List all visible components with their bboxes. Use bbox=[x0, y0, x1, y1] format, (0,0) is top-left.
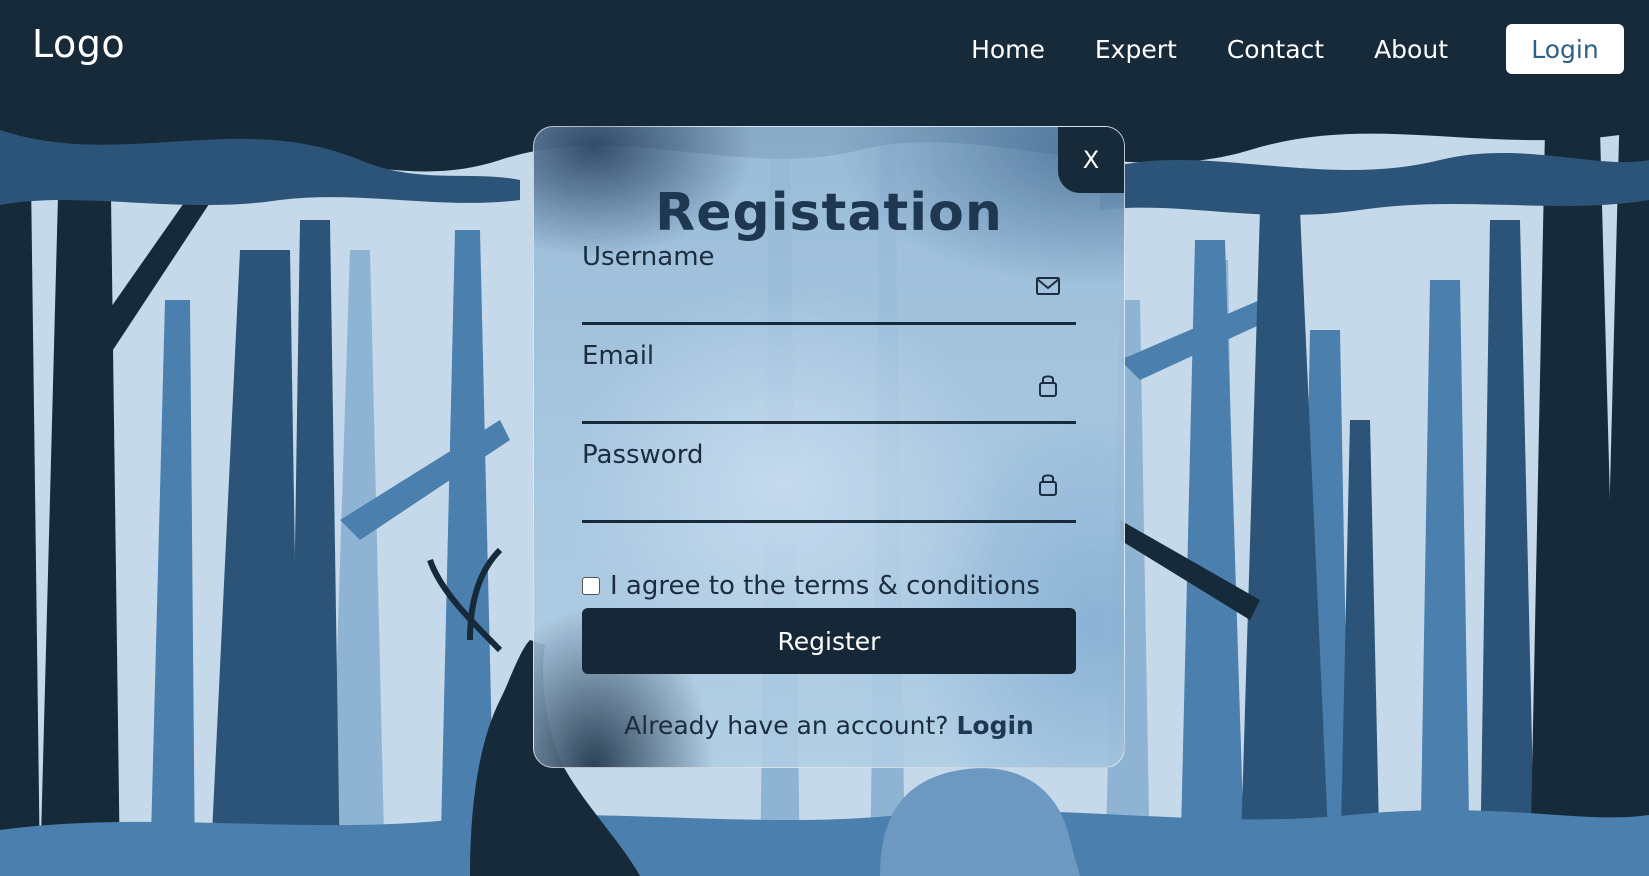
account-prompt-row: Already have an account? Login bbox=[534, 711, 1124, 740]
password-label: Password bbox=[582, 440, 704, 470]
nav-about[interactable]: About bbox=[1374, 35, 1448, 64]
terms-row: I agree to the terms & conditions bbox=[582, 571, 1040, 601]
lock-icon bbox=[1039, 474, 1057, 496]
password-input[interactable] bbox=[582, 478, 1026, 516]
terms-label[interactable]: I agree to the terms & conditions bbox=[610, 571, 1040, 601]
main-nav: Home Expert Contact About Login bbox=[971, 24, 1624, 74]
nav-expert[interactable]: Expert bbox=[1095, 35, 1177, 64]
site-header: Logo Home Expert Contact About Login bbox=[0, 0, 1649, 100]
email-label: Email bbox=[582, 341, 655, 371]
header-login-button[interactable]: Login bbox=[1506, 24, 1624, 74]
username-input[interactable] bbox=[582, 280, 1026, 318]
password-field: Password bbox=[582, 440, 1076, 523]
nav-home[interactable]: Home bbox=[971, 35, 1045, 64]
username-label: Username bbox=[582, 242, 715, 272]
modal-title: Registation bbox=[655, 183, 1003, 243]
mail-icon bbox=[1036, 277, 1060, 295]
email-input[interactable] bbox=[582, 379, 1026, 417]
terms-checkbox[interactable] bbox=[582, 577, 600, 595]
register-button[interactable]: Register bbox=[582, 608, 1076, 674]
nav-contact[interactable]: Contact bbox=[1227, 35, 1324, 64]
account-prompt-text: Already have an account? bbox=[624, 711, 957, 740]
modal-login-link[interactable]: Login bbox=[956, 711, 1033, 740]
email-field: Email bbox=[582, 341, 1076, 424]
lock-icon bbox=[1039, 375, 1057, 397]
site-logo[interactable]: Logo bbox=[32, 22, 125, 66]
username-field: Username bbox=[582, 242, 1076, 325]
registration-modal: X Registation Username Email Password I … bbox=[533, 126, 1125, 768]
